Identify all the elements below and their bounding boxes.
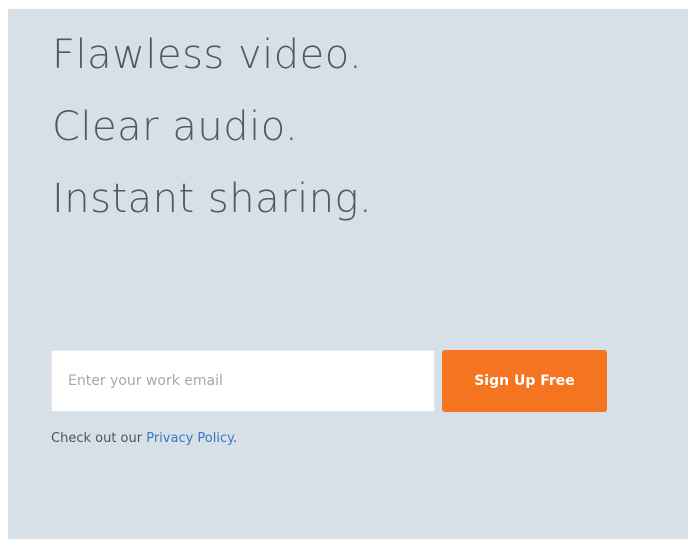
privacy-prefix: Check out our bbox=[51, 431, 147, 446]
headline-line-sharing: Instant sharing. bbox=[52, 176, 373, 222]
privacy-policy-link[interactable]: Privacy Policy bbox=[146, 431, 233, 446]
sign-up-free-button[interactable]: Sign Up Free bbox=[442, 350, 607, 412]
headline-line-video: Flawless video. bbox=[52, 32, 363, 78]
work-email-input[interactable] bbox=[51, 350, 435, 412]
hero-section: Flawless video. Clear audio. Instant sha… bbox=[8, 9, 688, 539]
privacy-suffix: . bbox=[232, 431, 238, 446]
headline-line-audio: Clear audio. bbox=[52, 104, 299, 150]
privacy-notice: Check out our Privacy Policy. bbox=[51, 431, 237, 446]
hero-headline: Flawless video. Clear audio. Instant sha… bbox=[52, 19, 372, 235]
signup-form: Sign Up Free bbox=[51, 350, 607, 412]
